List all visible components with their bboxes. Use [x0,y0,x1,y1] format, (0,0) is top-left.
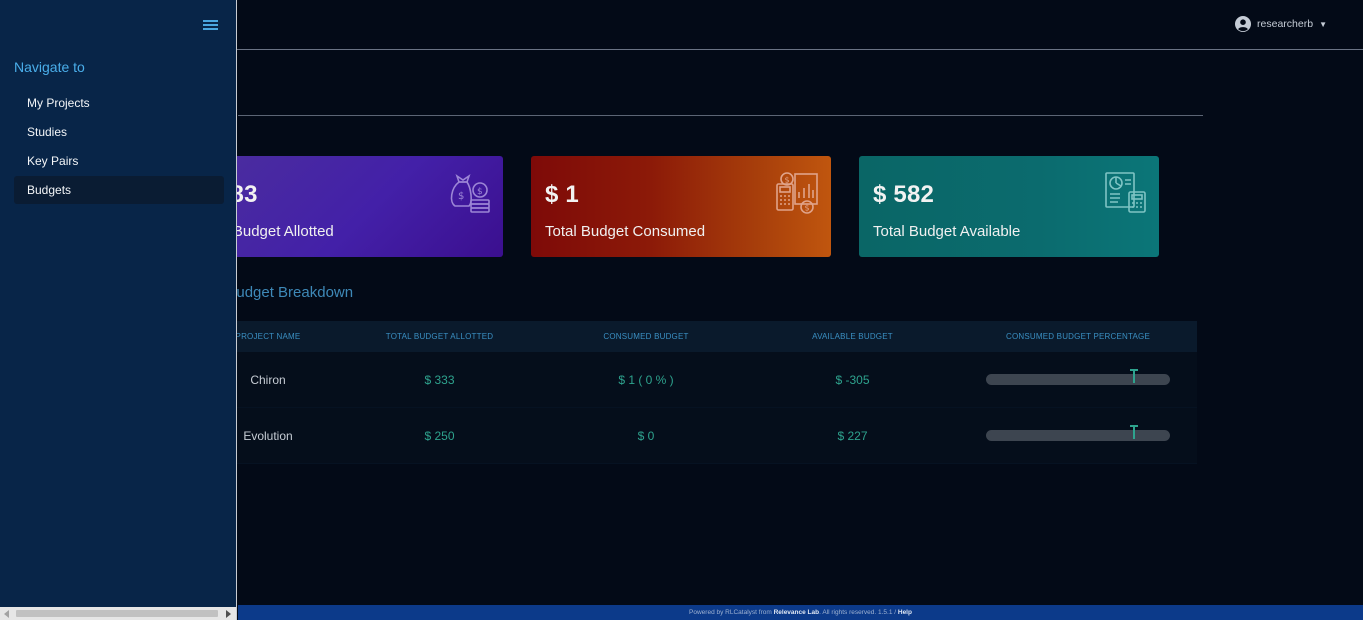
consumed-percentage-bar [986,369,1170,385]
svg-text:$: $ [477,187,483,197]
sidebar-item-my-projects[interactable]: My Projects [14,89,224,117]
svg-text:$: $ [785,176,790,185]
consumed-cell: $ 1 ( 0 % ) [618,372,674,387]
scrollbar-thumb[interactable] [16,610,218,617]
table-row: Chiron $ 333 $ 1 ( 0 % ) $ -305 [203,352,1197,408]
sidebar-item-budgets[interactable]: Budgets [14,176,224,204]
threshold-marker [1130,369,1139,383]
hamburger-menu-icon[interactable] [203,18,218,31]
card-total-budget-allotted: 583 al Budget Allotted $ $ [203,156,503,257]
calculator-chart-icon: $ $ [776,172,818,214]
card-label: Total Budget Available [873,223,1021,240]
column-header-consumed-budget-percentage[interactable]: CONSUMED BUDGET PERCENTAGE [959,332,1197,341]
card-value: $ 582 [873,181,935,208]
table-row: Evolution $ 250 $ 0 $ 227 [203,408,1197,464]
available-cell: $ -305 [835,372,870,387]
budget-breakdown-table: PROJECT NAME TOTAL BUDGET ALLOTTED CONSU… [203,321,1197,464]
table-header: PROJECT NAME TOTAL BUDGET ALLOTTED CONSU… [203,321,1197,352]
page-title-divider [238,115,1203,116]
user-avatar-icon [1235,16,1252,32]
card-label: Total Budget Consumed [545,223,706,240]
card-total-budget-consumed: $ 1 Total Budget Consumed $ $ [531,156,831,257]
user-name: researcherb [1257,18,1314,30]
consumed-percentage-bar [986,425,1170,441]
caret-down-icon: ▼ [1319,19,1327,29]
sidebar-title: Navigate to [14,59,85,75]
scroll-right-arrow-icon[interactable] [226,610,231,618]
scroll-left-arrow-icon[interactable] [4,610,9,618]
allotted-cell: $ 250 [424,428,455,443]
footer-help-link[interactable]: Help [898,609,912,616]
svg-text:$: $ [458,191,464,202]
footer-version: . All rights reserved. 1.5.1 / [819,609,898,616]
consumed-cell: $ 0 [637,428,655,443]
column-header-total-budget-allotted[interactable]: TOTAL BUDGET ALLOTTED [333,332,546,341]
footer: Powered by RLCatalyst from Relevance Lab… [238,605,1363,620]
report-calculator-icon [1105,172,1146,213]
footer-company: Relevance Lab [773,609,820,616]
user-menu[interactable]: researcherb ▼ [1235,16,1327,32]
sidebar: Navigate to My Projects Studies Key Pair… [0,0,237,607]
percentage-cell [959,369,1197,385]
footer-text: Powered by RLCatalyst from [689,609,774,616]
percentage-cell [959,425,1197,441]
available-cell: $ 227 [837,428,868,443]
column-header-consumed-budget[interactable]: CONSUMED BUDGET [546,332,746,341]
sidebar-horizontal-scrollbar[interactable] [0,607,237,620]
allotted-cell: $ 333 [424,372,455,387]
threshold-marker [1130,425,1139,439]
card-value: $ 1 [545,181,579,208]
svg-text:$: $ [805,204,810,213]
card-total-budget-available: $ 582 Total Budget Available [859,156,1159,257]
sidebar-item-studies[interactable]: Studies [14,118,224,146]
column-header-available-budget[interactable]: AVAILABLE BUDGET [746,332,959,341]
money-bag-coins-icon: $ $ [450,174,490,213]
sidebar-item-key-pairs[interactable]: Key Pairs [14,147,224,175]
